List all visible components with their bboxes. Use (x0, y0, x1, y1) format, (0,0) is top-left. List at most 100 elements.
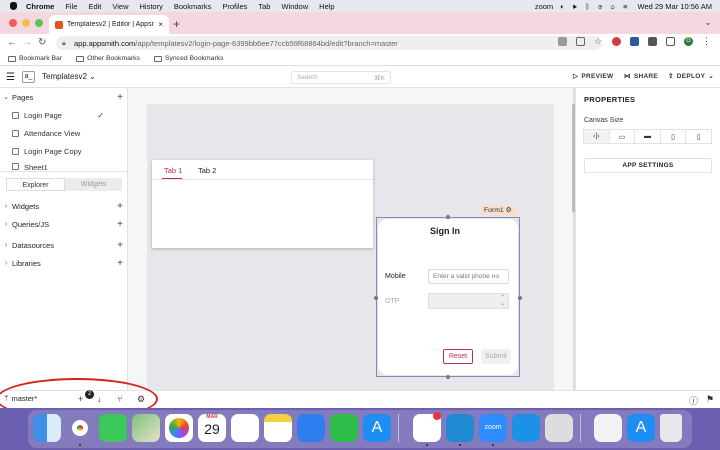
sidebar-panel-icon[interactable] (666, 37, 675, 46)
tab-explorer[interactable]: Explorer (6, 178, 65, 191)
add-library-icon[interactable]: + (117, 258, 123, 269)
numbers-icon[interactable] (330, 414, 358, 442)
docker-icon[interactable] (512, 414, 540, 442)
menu-edit[interactable]: Edit (88, 2, 101, 11)
zoom-window-button[interactable] (35, 19, 43, 27)
downloads-stack-icon[interactable] (594, 414, 622, 442)
resize-handle-right[interactable] (518, 296, 522, 300)
bookmark-star-icon[interactable]: ☆ (594, 37, 603, 46)
resize-handle-left[interactable] (374, 296, 378, 300)
applications-stack-icon[interactable]: A (627, 414, 655, 442)
zoom-icon[interactable]: zoom (479, 414, 507, 442)
add-query-icon[interactable]: + (117, 219, 123, 230)
section-queries[interactable]: › Queries/JS + (0, 217, 128, 231)
share-page-icon[interactable] (576, 37, 585, 46)
finder-icon[interactable] (33, 414, 61, 442)
address-bar[interactable]: 🔒︎ app.appsmith.com/app/templatesv2/logi… (56, 36, 602, 50)
bug-icon[interactable]: ⚑ (706, 394, 714, 405)
menu-app-name[interactable]: Chrome (26, 2, 54, 11)
tablet-landscape-icon[interactable]: ▬ (634, 129, 661, 144)
menu-window[interactable]: Window (281, 2, 308, 11)
menu-tab[interactable]: Tab (258, 2, 270, 11)
page-item-attendance-view[interactable]: Attendance View (12, 126, 124, 140)
close-window-button[interactable] (9, 19, 17, 27)
browser-tab-active[interactable]: Templatesv2 | Editor | Appsmith × (49, 15, 169, 34)
resize-handle-bottom[interactable] (446, 375, 450, 379)
profile-avatar[interactable]: G (684, 37, 693, 46)
menu-icon[interactable]: ☰ (6, 72, 15, 83)
forward-icon[interactable]: → (22, 37, 32, 48)
notes-icon[interactable] (264, 414, 292, 442)
close-tab-icon[interactable]: × (158, 20, 163, 29)
appsmith-logo[interactable]: a_ (22, 71, 35, 83)
menu-view[interactable]: View (112, 2, 128, 11)
pages-header[interactable]: ⌄ Pages + (0, 90, 128, 104)
tablet-portrait-icon[interactable]: ▯ (659, 129, 687, 144)
menu-history[interactable]: History (140, 2, 163, 11)
stepper-icon[interactable]: ⌃ ⌄ (500, 295, 505, 307)
reset-button[interactable]: Reset (443, 349, 473, 364)
otp-input[interactable]: ⌃ ⌄ (428, 293, 509, 309)
extension-red-icon[interactable] (612, 37, 621, 46)
status-icons[interactable]: ◐ ▶ ᛒ ◉ ⌕ ≡ (560, 2, 630, 11)
preview-app-icon[interactable] (545, 414, 573, 442)
vscode-icon[interactable] (446, 414, 474, 442)
page-item-sheet1[interactable]: Sheet1 (12, 163, 124, 171)
messages-icon[interactable] (99, 414, 127, 442)
tab-search-icon[interactable]: ⌄ (704, 17, 712, 28)
calendar-icon[interactable]: MAR 29 (198, 414, 226, 442)
menu-clock[interactable]: Wed 29 Mar 10:56 AM (638, 2, 712, 11)
mobile-input[interactable]: Enter a valid phone no (428, 269, 509, 284)
deploy-button[interactable]: ⇪ DEPLOY ⌄ (668, 72, 714, 81)
apple-icon[interactable] (10, 2, 17, 10)
extensions-puzzle-icon[interactable] (648, 37, 657, 46)
translate-icon[interactable] (558, 37, 567, 46)
add-page-icon[interactable]: + (117, 92, 123, 103)
preview-button[interactable]: ▷ PREVIEW (573, 72, 613, 81)
help-icon[interactable]: ⓘ (689, 394, 698, 407)
tab-widgets[interactable]: Widgets (65, 178, 122, 191)
chrome-icon[interactable] (66, 414, 94, 442)
mobile-size-icon[interactable]: ▯ (685, 129, 712, 144)
desktop-size-icon[interactable]: ▭ (608, 129, 636, 144)
tab-2[interactable]: Tab 2 (198, 166, 216, 175)
app-name-dropdown[interactable]: Templatesv2 ⌄ (42, 72, 96, 81)
menu-file[interactable]: File (65, 2, 77, 11)
photos-icon[interactable] (165, 414, 193, 442)
chrome-menu-icon[interactable]: ⋮ (702, 37, 711, 46)
page-item-login-page-copy[interactable]: Login Page Copy (12, 144, 124, 158)
new-tab-button[interactable]: + (173, 17, 180, 31)
other-bookmarks-folder[interactable]: Other Bookmarks (76, 55, 140, 62)
omnibar-search[interactable]: Search ⌘K (291, 71, 391, 84)
extension-settings-icon[interactable] (630, 37, 639, 46)
section-datasources[interactable]: › Datasources + (0, 238, 128, 252)
tabs-widget[interactable] (152, 160, 373, 248)
trash-icon[interactable] (660, 414, 682, 442)
resize-handle-top[interactable] (446, 215, 450, 219)
add-datasource-icon[interactable]: + (117, 240, 123, 251)
section-widgets[interactable]: › Widgets + (0, 199, 128, 213)
tab-1-underline (162, 178, 182, 179)
share-button[interactable]: ⋈ SHARE (624, 72, 658, 81)
menu-bookmarks[interactable]: Bookmarks (174, 2, 212, 11)
bookmark-bar-folder[interactable]: Bookmark Bar (8, 55, 62, 62)
minimize-window-button[interactable] (22, 19, 30, 27)
fluid-size-icon[interactable]: ‹|› (583, 129, 610, 144)
keynote-icon[interactable] (297, 414, 325, 442)
tab-1[interactable]: Tab 1 (164, 166, 182, 175)
zoom-menu-extra[interactable]: zoom (535, 2, 553, 11)
maps-icon[interactable] (132, 414, 160, 442)
form-name-tag[interactable]: Form1 ⚙ (481, 206, 518, 216)
synced-bookmarks-folder[interactable]: Synced Bookmarks (153, 55, 224, 62)
back-icon[interactable]: ← (7, 37, 17, 48)
reminders-icon[interactable] (231, 414, 259, 442)
page-item-login-page[interactable]: Login Page ✓ (12, 108, 124, 122)
menu-profiles[interactable]: Profiles (222, 2, 247, 11)
add-widget-icon[interactable]: + (117, 201, 123, 212)
menu-help[interactable]: Help (319, 2, 334, 11)
app-settings-button[interactable]: APP SETTINGS (584, 158, 712, 173)
reload-icon[interactable]: ↻ (38, 37, 46, 48)
submit-button[interactable]: Submit (481, 349, 511, 364)
app-store-icon[interactable]: A (363, 414, 391, 442)
section-libraries[interactable]: › Libraries + (0, 256, 128, 270)
